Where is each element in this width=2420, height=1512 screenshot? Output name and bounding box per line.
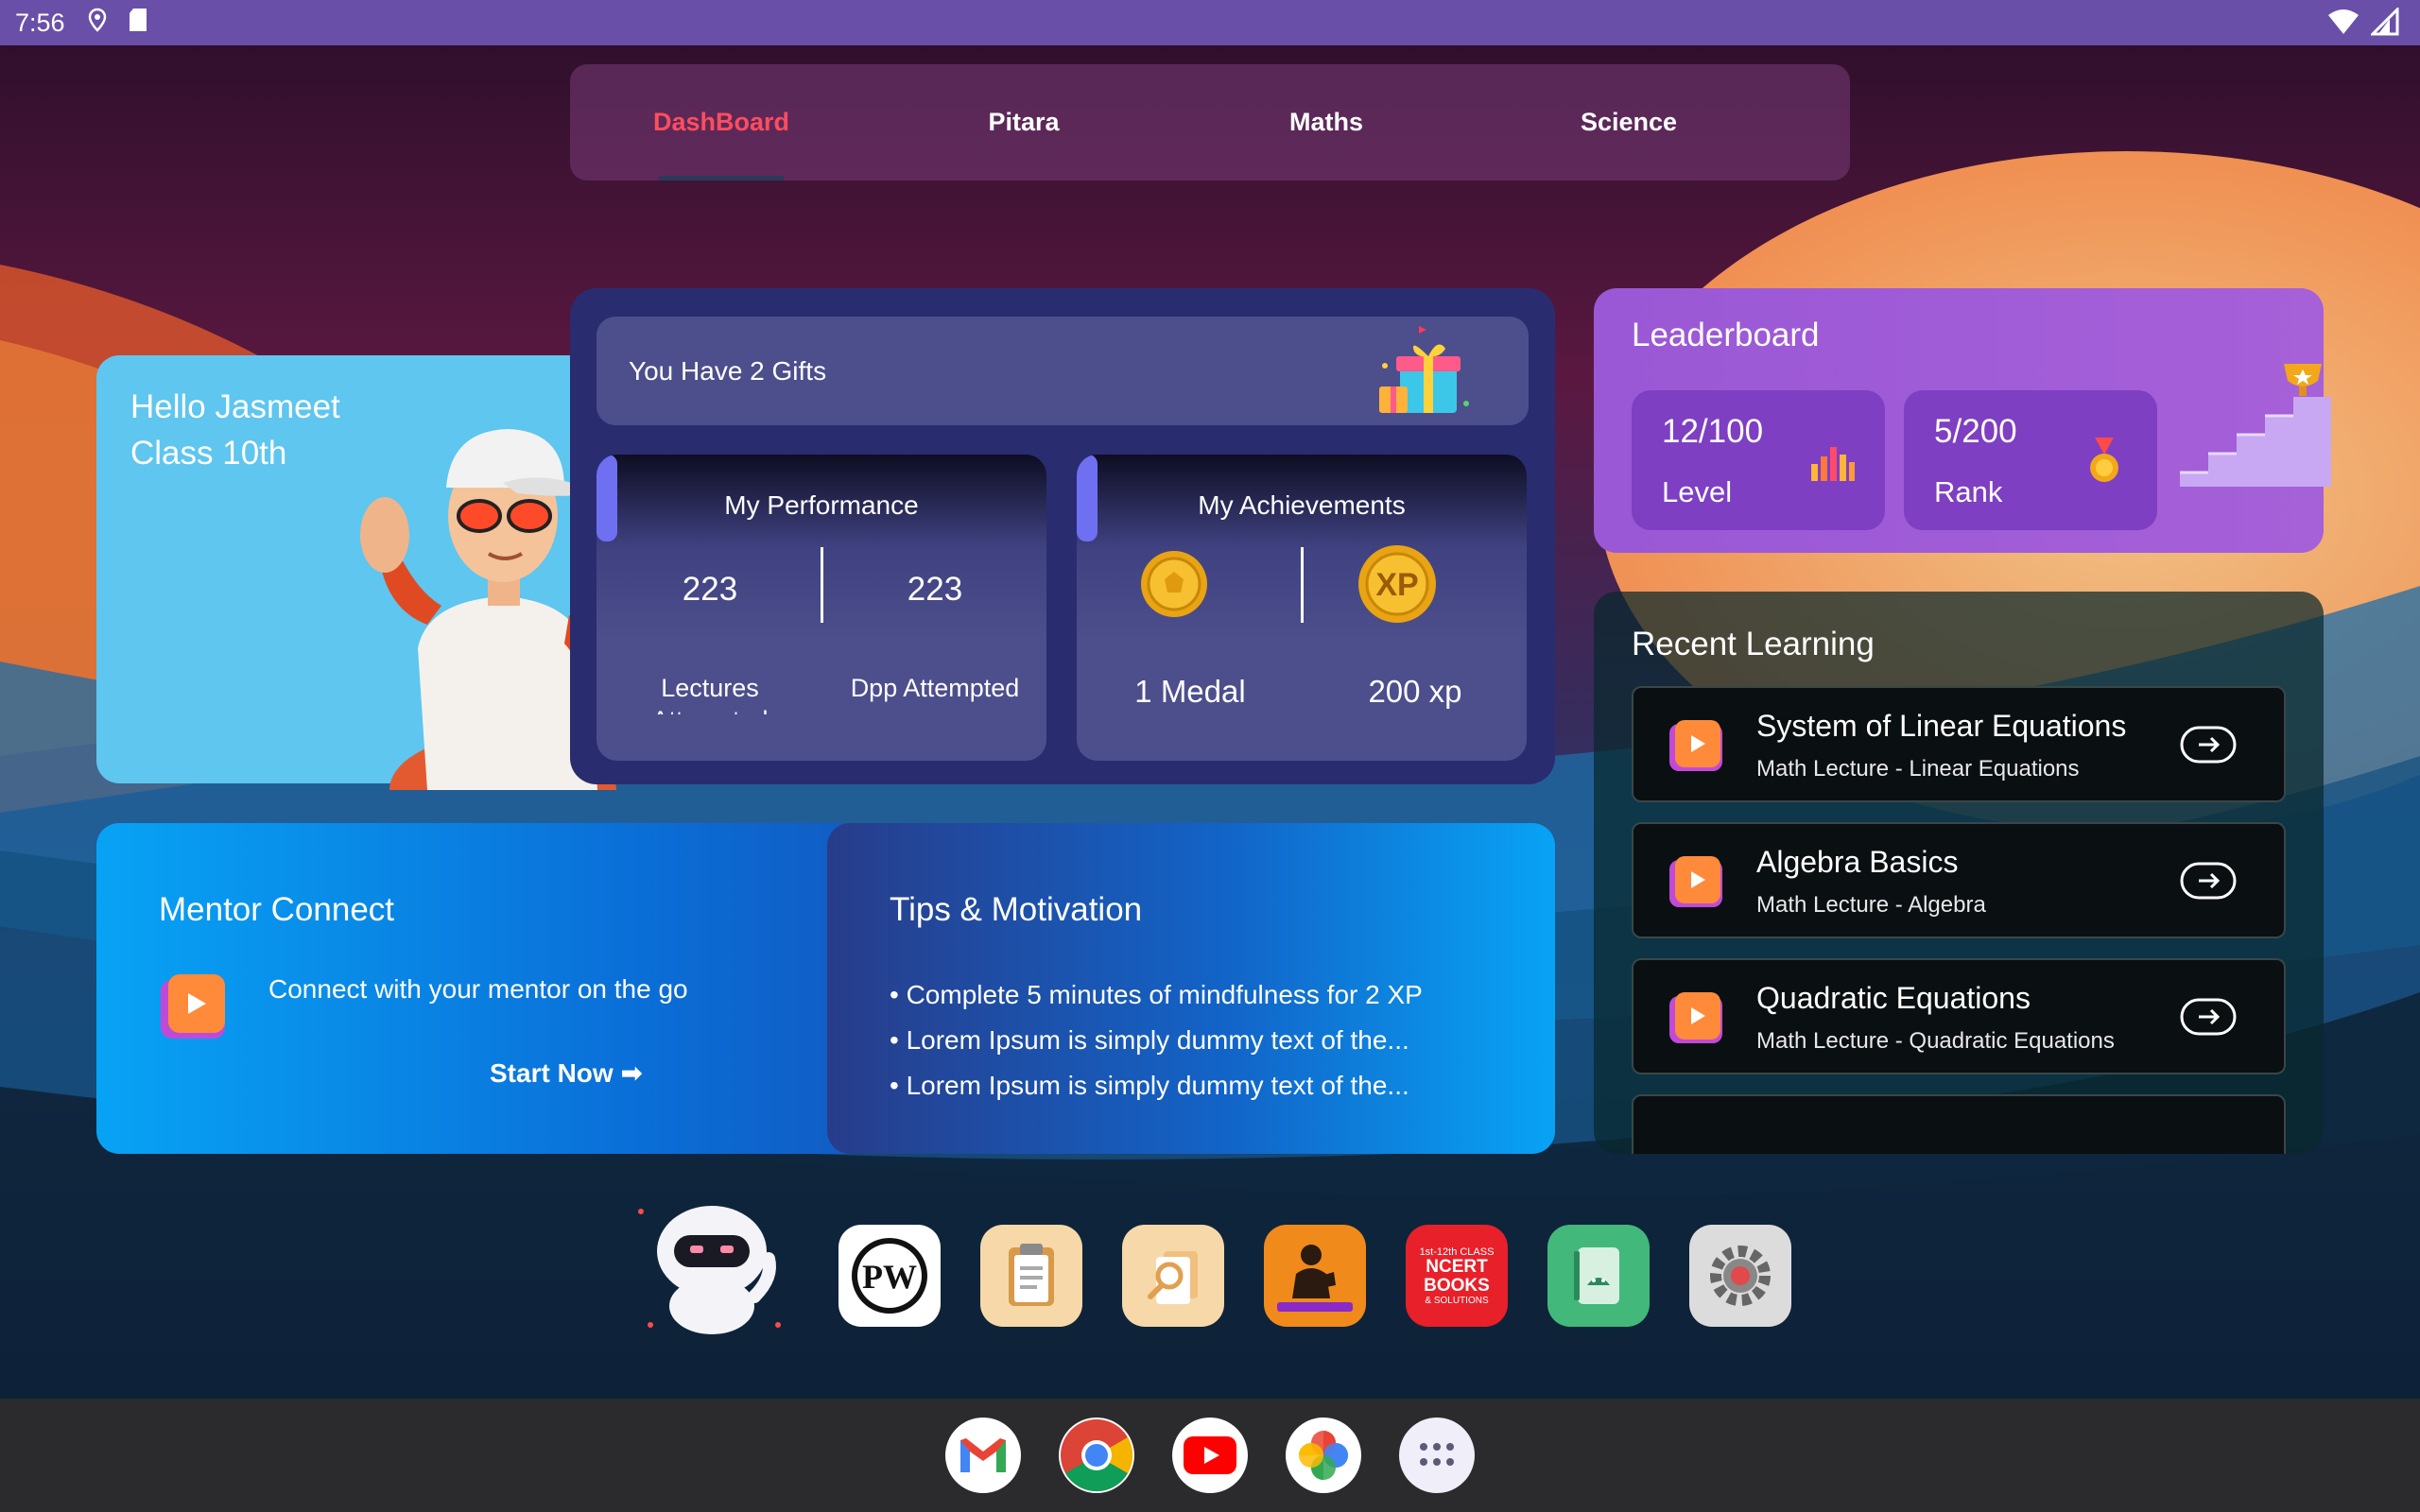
leaderboard-card[interactable]: Leaderboard 12/100 Level 5/200 Rank [1594, 288, 2331, 553]
status-bar: 7:56 [0, 0, 2420, 45]
level-box: 12/100 Level [1632, 390, 1885, 530]
progress-card: You Have 2 Gifts My Performance 223 223 … [570, 288, 1555, 784]
photos-icon[interactable] [1286, 1418, 1361, 1493]
tip-item: • Lorem Ipsum is simply dummy text of th… [890, 1025, 1409, 1055]
start-now-button[interactable]: Start Now ➡ [490, 1057, 643, 1089]
recent-learning-card: Recent Learning System of Linear Equatio… [1594, 592, 2324, 1154]
recent-item-algebra-basics[interactable]: Algebra Basics Math Lecture - Algebra [1632, 822, 2286, 938]
signal-icon [2371, 8, 2399, 36]
video-play-icon [1669, 720, 1722, 771]
xp-badge-text: XP [1375, 567, 1418, 603]
level-value: 12/100 [1662, 413, 1764, 450]
video-play-icon [161, 974, 225, 1039]
my-achievements-panel: My Achievements XP 1 Medal 200 xp [1077, 455, 1527, 761]
my-performance-panel: My Performance 223 223 Lectures Attempte… [596, 455, 1046, 761]
lectures-label: Lectures Attempted [651, 674, 768, 714]
solutions-label: & SOLUTIONS [1425, 1295, 1489, 1306]
gmail-icon[interactable] [945, 1418, 1021, 1493]
arrow-right-icon[interactable] [2180, 726, 2237, 764]
medal-ribbon-icon [2090, 438, 2118, 482]
youtube-icon[interactable] [1172, 1418, 1248, 1493]
reading-app-icon[interactable] [1264, 1225, 1366, 1327]
video-play-icon [1669, 992, 1722, 1043]
recent-item-subtitle: Math Lecture - Linear Equations [1756, 756, 2080, 782]
level-label: Level [1662, 475, 1733, 508]
video-play-icon [1669, 856, 1722, 907]
tips-list: • Complete 5 minutes of mindfulness for … [890, 972, 1423, 1108]
pw-logo-text: PW [862, 1258, 917, 1296]
medal-count: 1 Medal [1134, 674, 1246, 709]
status-icons [2327, 8, 2399, 36]
leaderboard-title: Leaderboard [1632, 317, 1820, 353]
ncert-books-app-icon[interactable]: 1st-12th CLASS NCERT BOOKS & SOLUTIONS [1406, 1225, 1508, 1327]
trophy-stairs-illustration [2180, 364, 2331, 487]
recent-item-title: Quadratic Equations [1756, 981, 2031, 1015]
performance-title: My Performance [724, 490, 919, 520]
rank-label: Rank [1934, 475, 2003, 508]
mentor-connect-text: Connect with your mentor on the go [268, 974, 688, 1004]
recent-item-linear-equations[interactable]: System of Linear Equations Math Lecture … [1632, 686, 2286, 802]
chrome-icon[interactable] [1059, 1418, 1134, 1493]
wifi-icon [2328, 9, 2359, 34]
ncert-label: NCERT [1426, 1256, 1488, 1277]
greeting-card: Hello Jasmeet Class 10th [96, 355, 616, 790]
tip-item: • Complete 5 minutes of mindfulness for … [890, 980, 1423, 1009]
tips-title: Tips & Motivation [890, 891, 1143, 928]
top-tab-bar: DashBoard Pitara Maths Science [570, 64, 1850, 180]
arrow-right-icon[interactable] [2180, 998, 2237, 1036]
books-label: BOOKS [1424, 1275, 1490, 1296]
recent-item-quadratic-equations[interactable]: Quadratic Equations Math Lecture - Quadr… [1632, 958, 2286, 1074]
tab-pitara[interactable]: Pitara [873, 64, 1175, 180]
recent-item-subtitle: Math Lecture - Algebra [1756, 892, 1986, 918]
tab-science[interactable]: Science [1478, 64, 1780, 180]
recent-item-partial[interactable] [1632, 1094, 2286, 1154]
lectures-value: 223 [682, 571, 738, 608]
robot-assistant-icon[interactable] [631, 1193, 792, 1344]
ncert-class-range: 1st-12th CLASS [1419, 1246, 1495, 1258]
settings-app-icon[interactable] [1689, 1225, 1791, 1327]
dpp-label: Dpp Attempted [850, 674, 1020, 702]
rank-value: 5/200 [1934, 413, 2017, 450]
achievements-title: My Achievements [1198, 490, 1406, 520]
android-book-app-icon[interactable] [1547, 1225, 1650, 1327]
mentor-connect-title: Mentor Connect [159, 891, 395, 928]
app-drawer-icon[interactable] [1399, 1418, 1475, 1493]
arrow-right-icon[interactable] [2180, 862, 2237, 900]
gifts-text: You Have 2 Gifts [629, 356, 827, 386]
clock: 7:56 [15, 8, 65, 37]
notes-app-icon[interactable] [980, 1225, 1082, 1327]
tip-item: • Lorem Ipsum is simply dummy text of th… [890, 1071, 1409, 1100]
recent-item-subtitle: Math Lecture - Quadratic Equations [1756, 1028, 2115, 1054]
tab-maths[interactable]: Maths [1175, 64, 1478, 180]
bar-chart-icon [1811, 447, 1855, 481]
gifts-banner[interactable]: You Have 2 Gifts [596, 317, 1529, 425]
xp-coin-icon: XP [1357, 543, 1438, 625]
sd-card-icon [128, 8, 148, 39]
recent-item-title: Algebra Basics [1756, 845, 1959, 879]
recent-item-title: System of Linear Equations [1756, 709, 2127, 743]
location-pin-icon [88, 8, 107, 39]
medal-icon [1141, 551, 1207, 617]
rank-box: 5/200 Rank [1904, 390, 2157, 530]
gift-box-icon [1379, 326, 1469, 413]
xp-count: 200 xp [1368, 674, 1462, 709]
search-docs-app-icon[interactable] [1122, 1225, 1224, 1327]
dock-bar [0, 1399, 2420, 1512]
tips-motivation-card: Tips & Motivation • Complete 5 minutes o… [827, 823, 1555, 1154]
pw-app-icon[interactable]: PW [838, 1225, 941, 1327]
dpp-value: 223 [907, 571, 963, 608]
tab-dashboard[interactable]: DashBoard [570, 64, 873, 180]
recent-learning-title: Recent Learning [1632, 626, 1875, 662]
active-tab-indicator [659, 176, 784, 180]
